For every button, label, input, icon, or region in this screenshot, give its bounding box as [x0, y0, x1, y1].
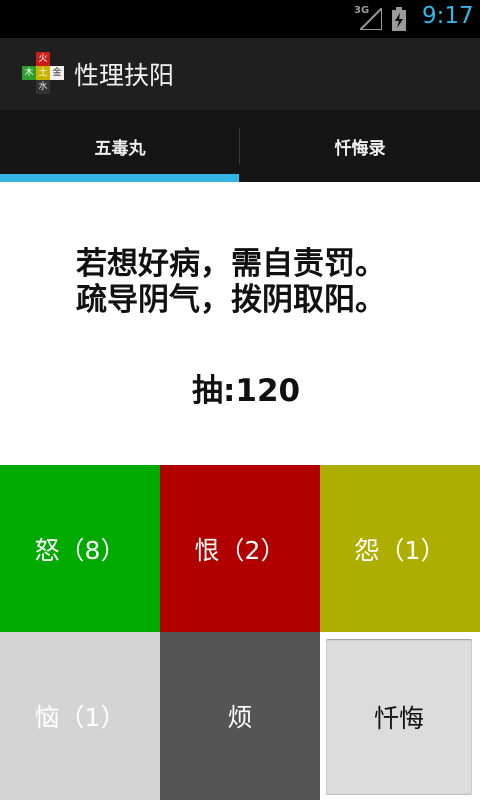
app-logo-icon[interactable]: 火 木 土 金 水: [20, 50, 66, 96]
earth-element-icon: 土: [36, 66, 50, 80]
repent-button[interactable]: 忏悔: [326, 639, 472, 795]
signal-icon: [360, 8, 382, 30]
annoyance-button[interactable]: 烦: [160, 632, 320, 800]
wood-element-icon: 木: [22, 66, 36, 80]
hate-button[interactable]: 恨（2）: [160, 465, 320, 632]
verse-line-1: 若想好病，需自责罚。: [76, 246, 386, 282]
fire-element-icon: 火: [36, 52, 50, 66]
clock: 9:17: [422, 3, 474, 29]
verse-text: 若想好病，需自责罚。 疏导阴气，拨阴取阳。: [76, 246, 386, 318]
content-panel: 若想好病，需自责罚。 疏导阴气，拨阴取阳。 抽:120: [0, 182, 480, 465]
tab-repentance-record[interactable]: 忏悔录: [240, 110, 480, 182]
battery-charging-icon: [392, 7, 406, 31]
tab-selected-indicator: [0, 174, 239, 182]
emotion-grid: 怒（8） 恨（2） 怨（1） 恼（1） 烦 忏悔: [0, 465, 480, 800]
status-bar: 3G 9:17: [0, 0, 480, 38]
vexation-button[interactable]: 恼（1）: [0, 632, 160, 800]
app-title: 性理扶阳: [74, 61, 175, 90]
tab-five-poison-pills[interactable]: 五毒丸: [0, 110, 240, 182]
verse-line-2: 疏导阴气，拨阴取阳。: [76, 282, 386, 318]
draw-count: 抽:120: [192, 373, 301, 409]
anger-button[interactable]: 怒（8）: [0, 465, 160, 632]
water-element-icon: 水: [36, 80, 50, 94]
resentment-button[interactable]: 怨（1）: [320, 465, 480, 632]
action-bar: [0, 38, 480, 110]
tab-bar: 五毒丸 忏悔录: [0, 110, 480, 182]
metal-element-icon: 金: [50, 66, 64, 80]
